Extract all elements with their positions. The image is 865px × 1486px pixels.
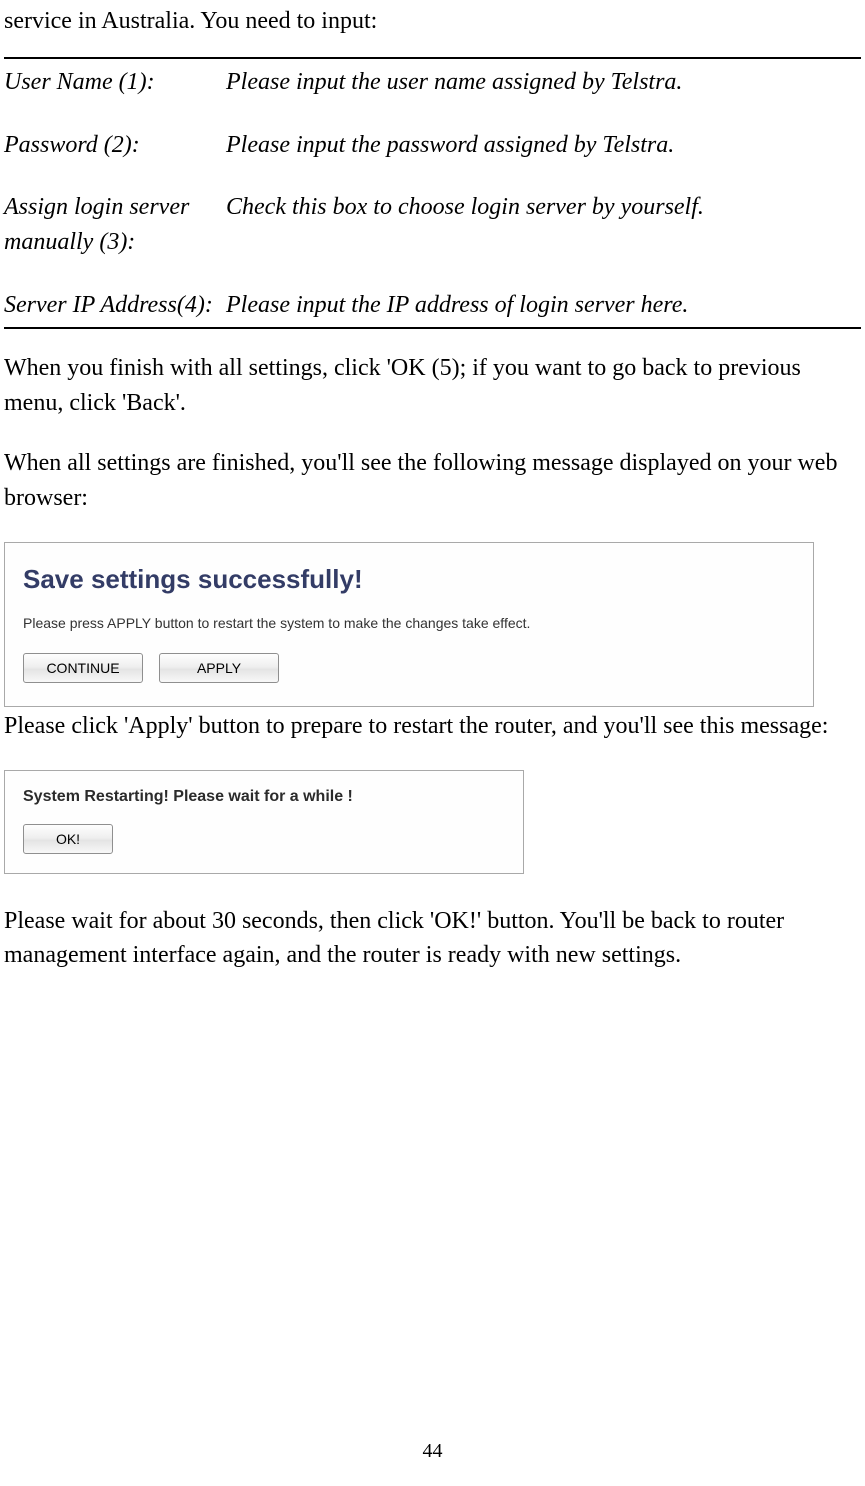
def-row-server-ip: Server IP Address(4): Please input the I… — [4, 288, 861, 323]
intro-text: service in Australia. You need to input: — [4, 4, 861, 39]
paragraph-apply: Please click 'Apply' button to prepare t… — [4, 709, 861, 744]
def-row-assign-login: Assign login server manually (3): Check … — [4, 190, 861, 260]
restart-title: System Restarting! Please wait for a whi… — [23, 785, 505, 808]
def-row-username: User Name (1): Please input the user nam… — [4, 65, 861, 100]
page-number: 44 — [0, 1437, 865, 1466]
paragraph-ok-back: When you finish with all settings, click… — [4, 351, 861, 421]
restart-panel: System Restarting! Please wait for a whi… — [4, 770, 524, 874]
paragraph-wait: Please wait for about 30 seconds, then c… — [4, 904, 861, 974]
definition-table: User Name (1): Please input the user nam… — [4, 57, 861, 329]
def-value: Please input the password assigned by Te… — [226, 128, 861, 163]
def-value: Please input the IP address of login ser… — [226, 288, 861, 323]
paragraph-finished: When all settings are finished, you'll s… — [4, 446, 861, 516]
save-settings-subtitle: Please press APPLY button to restart the… — [23, 613, 795, 633]
def-value: Please input the user name assigned by T… — [226, 65, 861, 100]
def-label: Assign login server manually (3): — [4, 190, 226, 260]
def-label: Password (2): — [4, 128, 226, 163]
def-label: User Name (1): — [4, 65, 226, 100]
def-label: Server IP Address(4): — [4, 288, 226, 323]
def-row-password: Password (2): Please input the password … — [4, 128, 861, 163]
apply-button[interactable]: APPLY — [159, 653, 279, 683]
ok-button[interactable]: OK! — [23, 824, 113, 854]
continue-button[interactable]: CONTINUE — [23, 653, 143, 683]
save-settings-panel: Save settings successfully! Please press… — [4, 542, 814, 707]
def-value: Check this box to choose login server by… — [226, 190, 861, 225]
save-settings-title: Save settings successfully! — [23, 561, 795, 599]
